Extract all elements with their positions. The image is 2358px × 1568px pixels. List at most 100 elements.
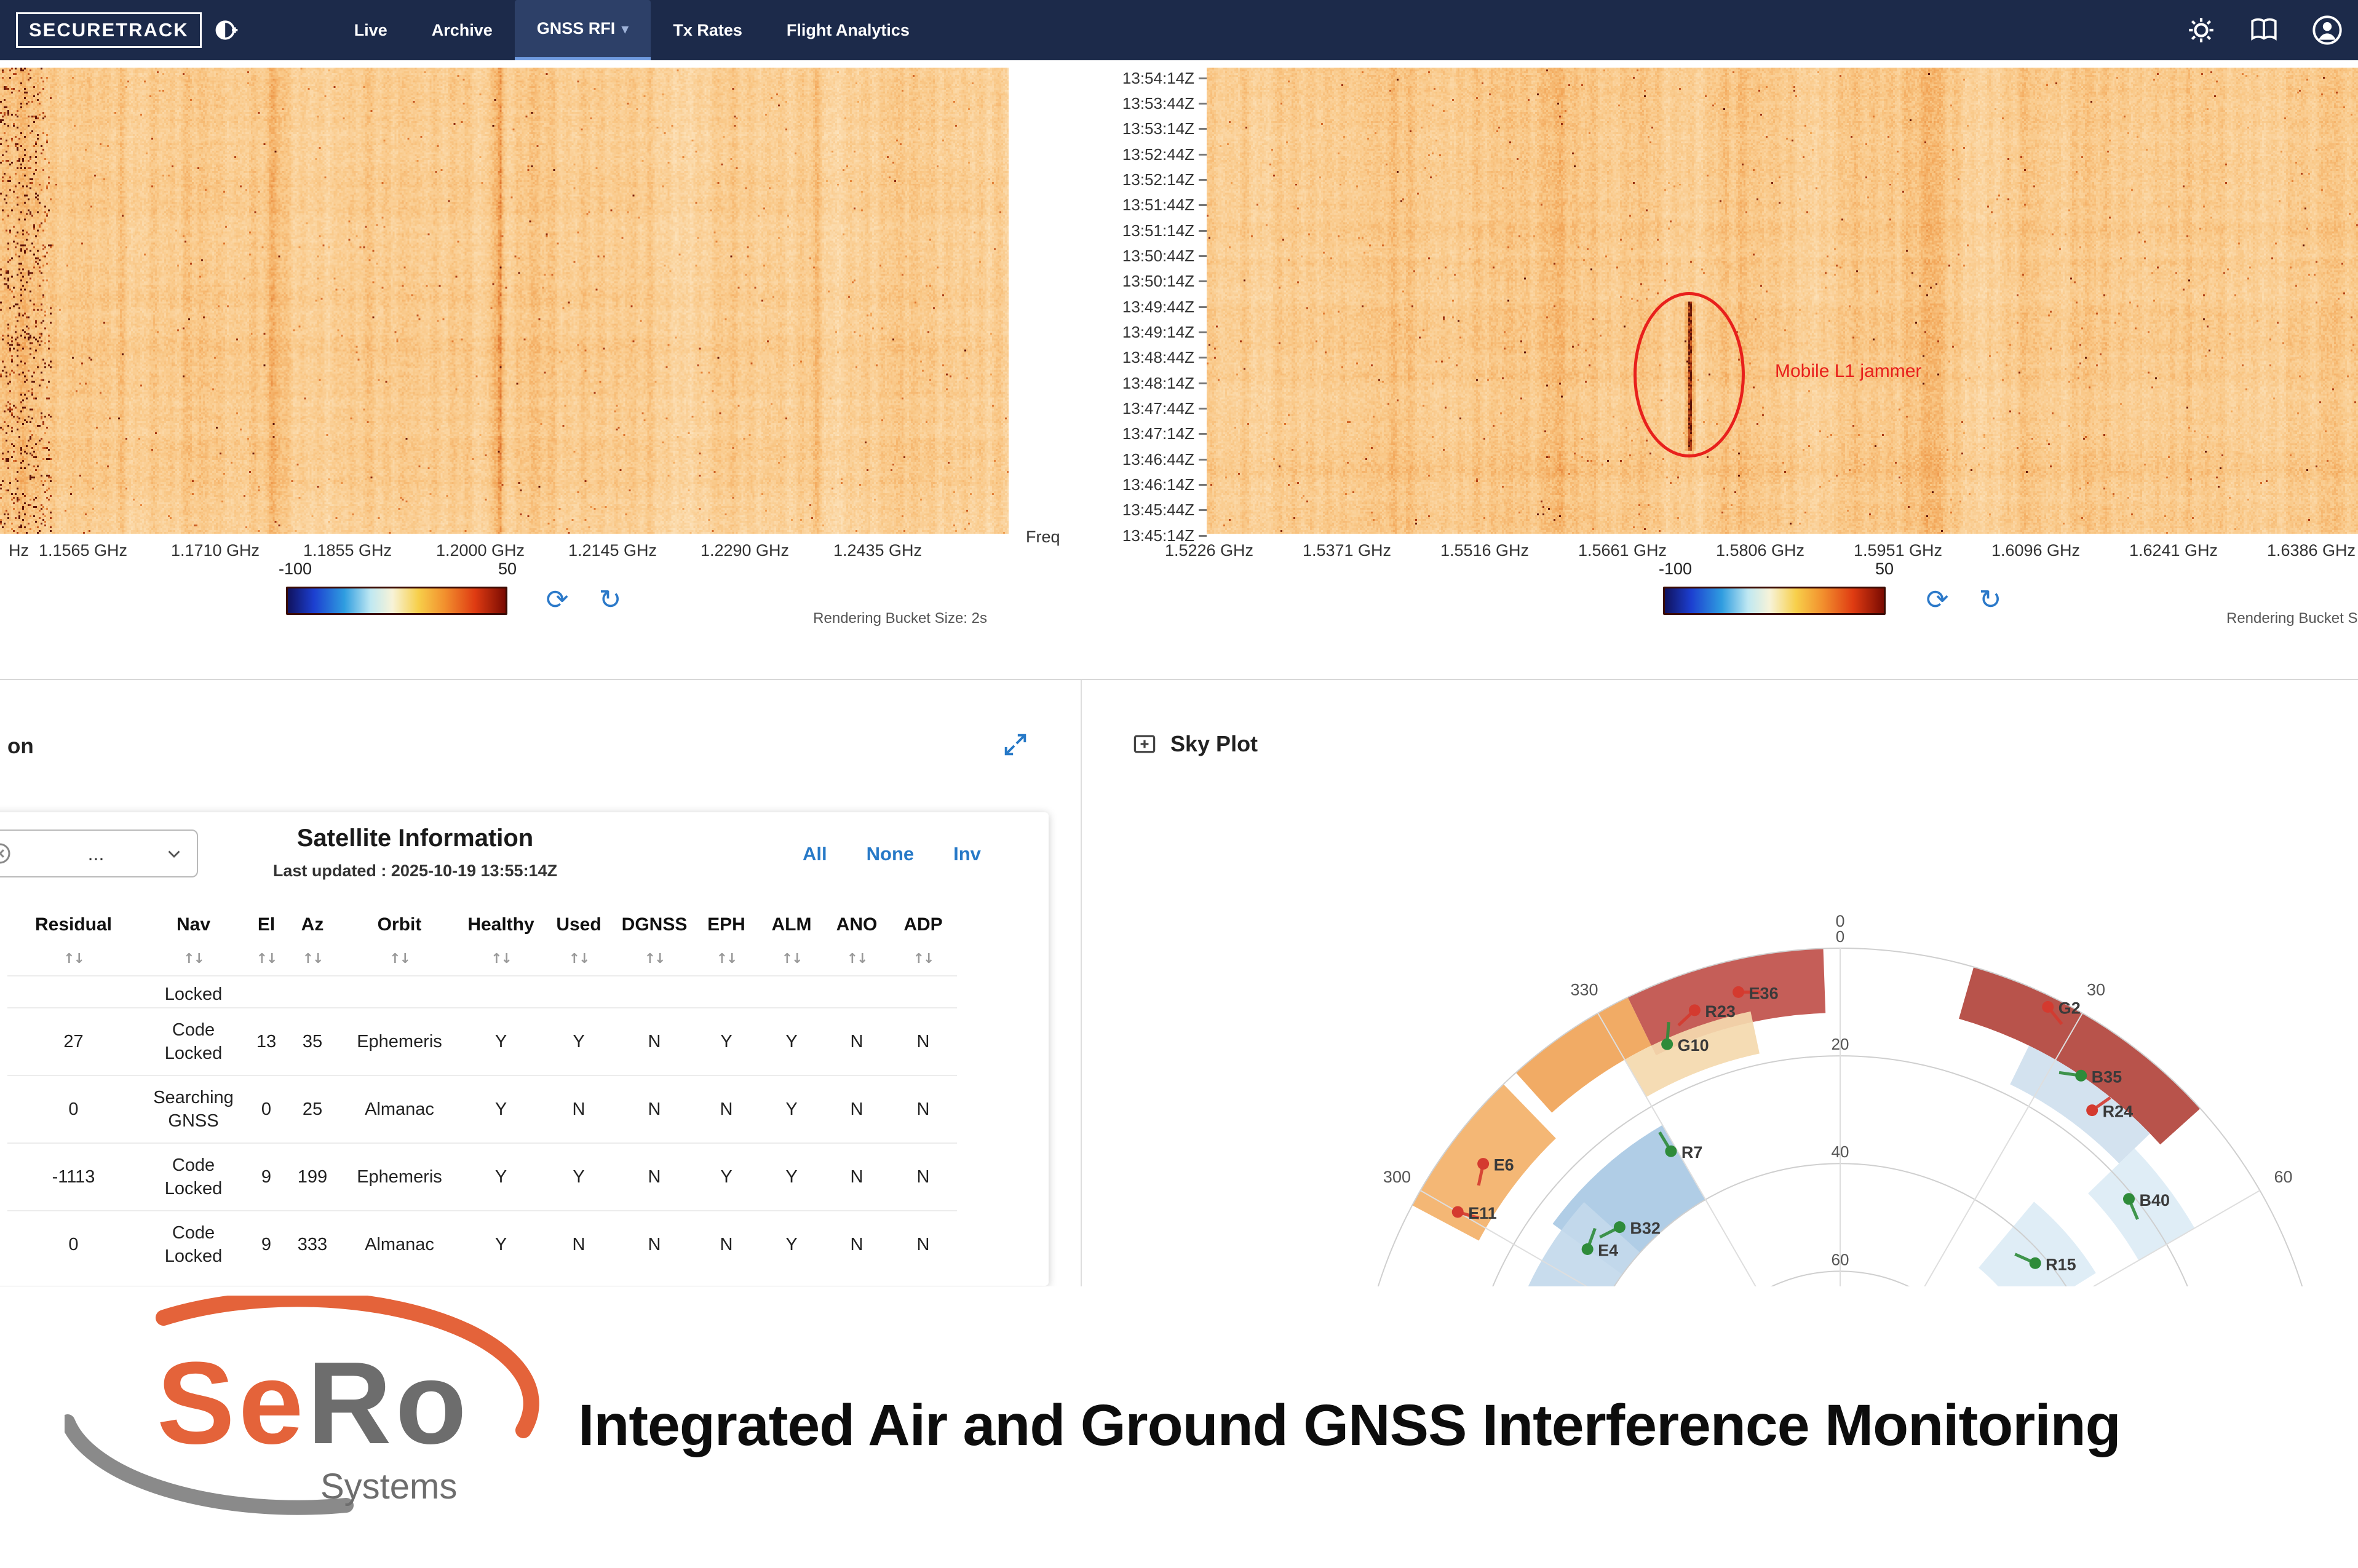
cell-dgnss: N bbox=[615, 1143, 694, 1211]
cell-az: 25 bbox=[285, 1075, 339, 1143]
column-header-dgnss[interactable]: DGNSS↑↓ bbox=[615, 898, 694, 976]
page: SECURETRACK Live Archive GNSS RFI▾ Tx Rates… bbox=[0, 0, 2358, 1568]
cell-nav: Locked bbox=[140, 976, 247, 1008]
nav-item-label: Archive bbox=[432, 21, 493, 40]
clear-circle-icon[interactable] bbox=[0, 841, 12, 866]
column-header-used[interactable]: Used↑↓ bbox=[542, 898, 615, 976]
column-header-nav[interactable]: Nav↑↓ bbox=[140, 898, 247, 976]
freq-tick: 1.5371 GHz bbox=[1303, 541, 1391, 560]
cell-eph: N bbox=[694, 1211, 759, 1278]
column-header-ano[interactable]: ANO↑↓ bbox=[824, 898, 889, 976]
freq-tick: 1.5951 GHz bbox=[1854, 541, 1942, 560]
satellite-marker bbox=[1661, 1039, 1673, 1050]
expand-icon[interactable] bbox=[1001, 731, 1030, 759]
cell-healthy bbox=[459, 976, 542, 1008]
sort-icon: ↑↓ bbox=[828, 951, 886, 967]
satellite-table: Residual↑↓Nav↑↓El↑↓Az↑↓Orbit↑↓Healthy↑↓U… bbox=[7, 898, 957, 1278]
time-tick: 13:51:44Z bbox=[1122, 197, 1207, 214]
time-tick-label: 13:46:14Z bbox=[1122, 475, 1194, 494]
link-all[interactable]: All bbox=[803, 843, 827, 865]
column-header-az[interactable]: Az↑↓ bbox=[285, 898, 339, 976]
column-header-el[interactable]: El↑↓ bbox=[247, 898, 285, 976]
satellite-marker bbox=[2086, 1104, 2098, 1116]
colorbar-min-right: -100 bbox=[1648, 560, 1703, 579]
sort-icon: ↑↓ bbox=[463, 951, 539, 967]
cell-adp: N bbox=[889, 1211, 957, 1278]
link-none[interactable]: None bbox=[867, 843, 915, 865]
column-header-eph[interactable]: EPH↑↓ bbox=[694, 898, 759, 976]
sky-plot-header: Sky Plot bbox=[1131, 731, 1258, 758]
elevation-label: 0 bbox=[1836, 927, 1844, 946]
tick-mark bbox=[1199, 382, 1207, 384]
account-icon[interactable] bbox=[2311, 14, 2343, 46]
time-tick: 13:51:14Z bbox=[1122, 222, 1207, 239]
sort-icon: ↑↓ bbox=[343, 951, 456, 967]
refresh-icon-right[interactable]: ⟳ bbox=[1919, 582, 1956, 619]
reset-icon-right[interactable]: ↻ bbox=[1972, 582, 2009, 619]
tick-mark bbox=[1199, 77, 1207, 79]
tick-mark bbox=[1199, 459, 1207, 461]
column-header-adp[interactable]: ADP↑↓ bbox=[889, 898, 957, 976]
colorbar-min-left: -100 bbox=[268, 560, 323, 579]
brand-logo[interactable]: SECURETRACK bbox=[16, 12, 240, 48]
freq-axis-right: 1.5226 GHz1.5371 GHz1.5516 GHz1.5661 GHz… bbox=[0, 541, 2358, 566]
time-tick: 13:49:44Z bbox=[1122, 298, 1207, 315]
nav-item-label: Flight Analytics bbox=[787, 21, 910, 40]
sky-plot-panel: 030603003300204060E36R23G10G2B35R24E6R7E… bbox=[1081, 680, 2358, 1286]
link-inv[interactable]: Inv bbox=[953, 843, 981, 865]
time-tick: 13:52:14Z bbox=[1122, 171, 1207, 188]
nav-item-archive[interactable]: Archive bbox=[410, 0, 515, 60]
time-tick: 13:54:14Z bbox=[1122, 69, 1207, 87]
satellite-marker bbox=[2030, 1257, 2041, 1269]
column-label: Nav bbox=[143, 914, 244, 935]
tick-mark bbox=[1199, 255, 1207, 257]
nav-item-label: Tx Rates bbox=[673, 21, 742, 40]
docs-book-icon[interactable] bbox=[2249, 15, 2279, 46]
azimuth-label: 30 bbox=[2087, 980, 2105, 999]
freq-tick: 1.5806 GHz bbox=[1716, 541, 1804, 560]
logo-text-se: Se bbox=[157, 1338, 307, 1468]
column-header-healthy[interactable]: Healthy↑↓ bbox=[459, 898, 542, 976]
cell-residual: 0 bbox=[7, 1075, 140, 1143]
nav-item-gnss-rfi[interactable]: GNSS RFI▾ bbox=[515, 0, 651, 60]
satellite-marker bbox=[2075, 1070, 2087, 1082]
azimuth-label: 300 bbox=[1383, 1168, 1411, 1186]
nav-item-flight-analytics[interactable]: Flight Analytics bbox=[764, 0, 932, 60]
settings-gear-icon[interactable] bbox=[2186, 15, 2217, 46]
satellite-marker bbox=[1582, 1243, 1594, 1255]
freq-axis-title: Freq bbox=[1026, 528, 1060, 547]
colorbar-max-right: 50 bbox=[1857, 560, 1912, 579]
elevation-label: 60 bbox=[1832, 1250, 1849, 1269]
card-title: Satellite Information bbox=[215, 825, 615, 852]
spectrogram-section: 13:54:14Z13:53:44Z13:53:14Z13:52:44Z13:5… bbox=[0, 60, 2358, 680]
cell-residual: 0 bbox=[7, 1211, 140, 1278]
reset-icon-left[interactable]: ↻ bbox=[592, 582, 629, 619]
sort-icon: ↑↓ bbox=[289, 951, 336, 967]
cell-adp: N bbox=[889, 1008, 957, 1075]
nav-right-icons bbox=[2186, 0, 2343, 60]
tick-mark bbox=[1199, 509, 1207, 511]
freq-tick: 1.6386 GHz bbox=[2267, 541, 2356, 560]
refresh-icon-left[interactable]: ⟳ bbox=[539, 582, 576, 619]
nav-item-live[interactable]: Live bbox=[332, 0, 410, 60]
spectrogram-right-heatmap bbox=[1207, 68, 2358, 534]
cell-orbit: Almanac bbox=[339, 1075, 459, 1143]
column-header-residual[interactable]: Residual↑↓ bbox=[7, 898, 140, 976]
cell-eph: Y bbox=[694, 1008, 759, 1075]
column-header-alm[interactable]: ALM↑↓ bbox=[759, 898, 824, 976]
column-header-orbit[interactable]: Orbit↑↓ bbox=[339, 898, 459, 976]
time-tick-label: 13:49:44Z bbox=[1122, 298, 1194, 317]
nav-item-tx-rates[interactable]: Tx Rates bbox=[651, 0, 764, 60]
dropdown-value: ... bbox=[28, 842, 164, 865]
column-label: Used bbox=[546, 914, 611, 935]
sort-icon: ↑↓ bbox=[619, 951, 690, 967]
time-tick: 13:52:44Z bbox=[1122, 146, 1207, 163]
satellite-label: G10 bbox=[1678, 1036, 1709, 1055]
cell-dgnss bbox=[615, 976, 694, 1008]
time-tick: 13:46:14Z bbox=[1122, 477, 1207, 494]
sky-plot-title: Sky Plot bbox=[1170, 731, 1258, 757]
cell-ano: N bbox=[824, 1143, 889, 1211]
filter-dropdown[interactable]: ... bbox=[0, 830, 198, 877]
sero-systems-logo: SeRo Systems bbox=[65, 1296, 569, 1554]
tick-mark bbox=[1199, 331, 1207, 333]
